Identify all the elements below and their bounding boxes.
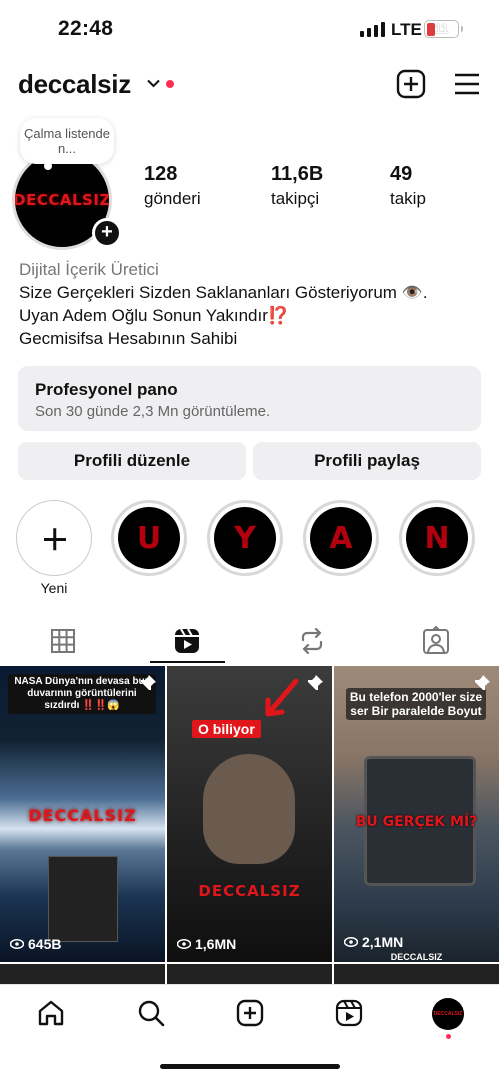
notification-dot [446, 1034, 451, 1039]
post-caption: Bu telefon 2000'ler size ser Bir paralel… [346, 688, 486, 720]
status-time: 22:48 [58, 17, 114, 40]
share-profile-button[interactable]: Profili paylaş [253, 442, 481, 480]
view-count-value: 2,1MN [362, 934, 404, 950]
post-thumbnail[interactable]: Bu telefon 2000'ler size ser Bir paralel… [334, 666, 499, 962]
post-overlay-text: DECCALSIZ [198, 882, 301, 900]
profile-tabs [0, 618, 499, 666]
post-thumbnail[interactable] [167, 964, 332, 984]
search-icon[interactable] [136, 998, 166, 1028]
view-count: 645B [10, 936, 61, 952]
dashboard-subtitle: Son 30 günde 2,3 Mn görüntüleme. [35, 403, 271, 420]
avatar-logo: DECCALSIZ [13, 191, 111, 209]
highlight-item[interactable]: A [303, 500, 379, 576]
highlight-letter: A [310, 507, 372, 569]
chevron-down-icon[interactable] [147, 76, 160, 91]
grid-icon[interactable] [48, 626, 78, 656]
bio-line: Uyan Adem Oğlu Sonun Yakındır⁉️ [19, 306, 290, 325]
stat-label: gönderi [144, 189, 201, 208]
stat-following[interactable]: 49 takip [390, 162, 426, 210]
red-arrow-icon [265, 678, 299, 717]
post-footer-text: DECCALSIZ [390, 952, 443, 962]
new-highlight-button[interactable] [16, 500, 92, 576]
profile-avatar[interactable]: DECCALSIZ [432, 998, 464, 1030]
highlight-letter: U [118, 507, 180, 569]
post-face-image [203, 754, 295, 864]
edit-profile-button[interactable]: Profili düzenle [18, 442, 246, 480]
create-icon[interactable] [235, 998, 265, 1028]
view-count: 1,6MN [177, 936, 236, 952]
stat-value: 11,6B [271, 163, 324, 185]
menu-icon[interactable] [452, 69, 482, 99]
signal-icon [360, 22, 385, 37]
battery-icon: 11 [424, 20, 463, 38]
eye-icon [344, 937, 358, 947]
notification-dot [166, 80, 174, 88]
eye-icon [10, 939, 24, 949]
posts-grid: NASA Dünya'nın devasa buz duvarının görü… [0, 666, 499, 984]
stat-followers[interactable]: 11,6B takipçi [271, 162, 323, 210]
profile-avatar-container[interactable]: DECCALSIZ + [12, 150, 126, 250]
home-icon[interactable] [36, 998, 66, 1028]
new-highlight-label: Yeni [40, 580, 68, 596]
bio-line: Gecmisifsa Hesabının Sahibi [19, 329, 238, 348]
post-thumbnail[interactable]: NASA Dünya'nın devasa buz duvarının görü… [0, 666, 165, 962]
tagged-icon[interactable] [421, 625, 451, 656]
avatar-logo: DECCALSIZ [433, 1011, 463, 1017]
post-caption: O biliyor [192, 720, 261, 738]
new-post-icon[interactable] [396, 69, 426, 99]
post-overlay-text: BU GERÇEK Mİ? [355, 814, 478, 830]
status-bar: 22:48 LTE 11 [0, 0, 499, 60]
post-overlay-text: DECCALSIZ [28, 806, 137, 825]
home-indicator [160, 1064, 340, 1069]
post-face-image [48, 856, 118, 942]
view-count-value: 1,6MN [195, 936, 237, 952]
post-thumbnail[interactable]: O biliyor DECCALSIZ 1,6MN [167, 666, 332, 962]
highlight-item[interactable]: N [399, 500, 475, 576]
stat-value: 49 [390, 163, 413, 185]
battery-level: 11 [434, 21, 449, 36]
note-bubble[interactable]: Çalma listende n... [20, 118, 114, 170]
post-thumbnail[interactable] [334, 964, 499, 984]
active-tab-indicator [150, 661, 225, 663]
bio-line: Size Gerçekleri Sizden Saklananları Göst… [19, 283, 428, 302]
post-caption: NASA Dünya'nın devasa buz duvarının görü… [8, 674, 156, 714]
highlight-item[interactable]: U [111, 500, 187, 576]
eye-icon [177, 939, 191, 949]
highlight-letter: Y [214, 507, 276, 569]
highlight-item[interactable]: Y [207, 500, 283, 576]
view-count-value: 645B [28, 936, 62, 952]
reels-icon[interactable] [334, 998, 364, 1028]
add-story-icon[interactable]: + [92, 218, 122, 248]
stat-posts[interactable]: 128 gönderi [144, 162, 201, 210]
profile-header: deccalsiz [0, 62, 499, 108]
pin-icon [139, 674, 157, 692]
bio: Dijital İçerik Üretici Size Gerçekleri S… [19, 258, 489, 350]
stat-label: takipçi [271, 189, 320, 208]
stat-value: 128 [144, 163, 178, 185]
pin-icon [473, 674, 491, 692]
post-thumbnail[interactable] [0, 964, 165, 984]
username[interactable]: deccalsiz [18, 69, 131, 100]
reposts-icon[interactable] [297, 626, 327, 656]
network-type: LTE [391, 20, 422, 39]
view-count: 2,1MN [344, 934, 403, 950]
highlight-letter: N [406, 507, 468, 569]
professional-dashboard[interactable]: Profesyonel pano Son 30 günde 2,3 Mn gör… [18, 366, 481, 431]
dashboard-title: Profesyonel pano [35, 380, 178, 399]
stat-label: takip [390, 189, 426, 208]
note-text: Çalma listende n... [24, 126, 110, 156]
bio-category: Dijital İçerik Üretici [19, 260, 159, 279]
pin-icon [306, 674, 324, 692]
reels-icon[interactable] [172, 626, 202, 656]
